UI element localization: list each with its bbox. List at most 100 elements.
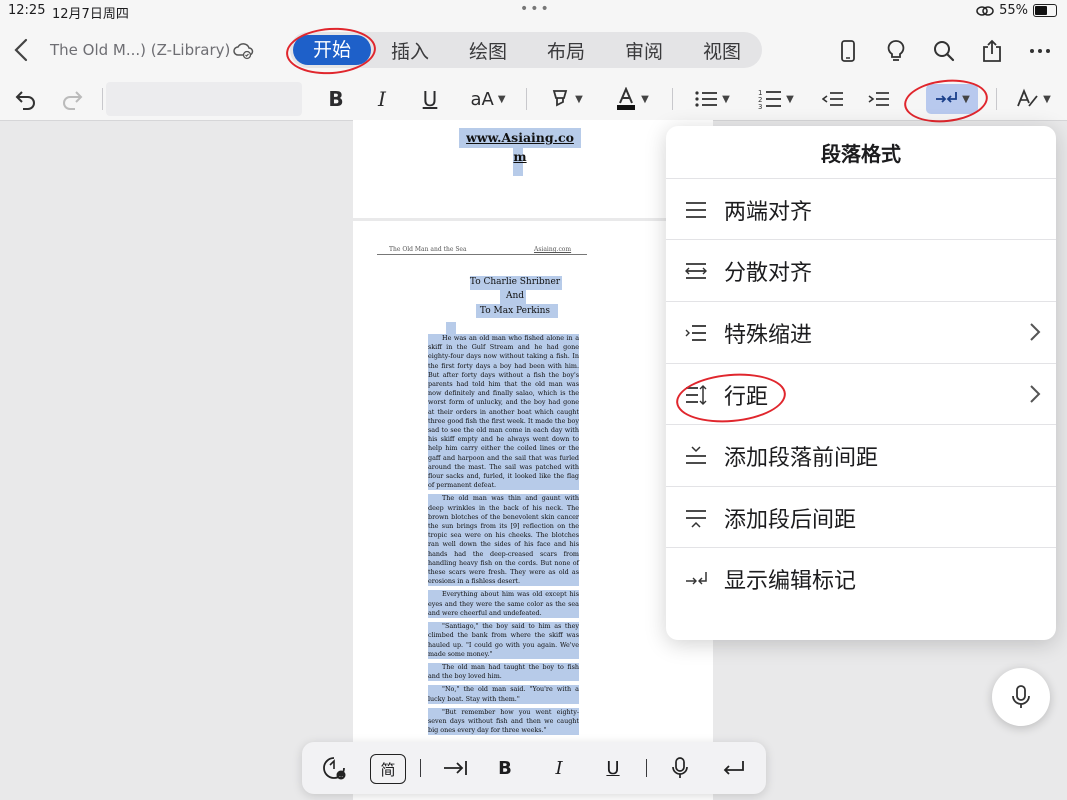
chevron-right-icon: [1030, 385, 1041, 403]
paragraph-format-icon: [936, 92, 958, 103]
battery-percent: 55%: [999, 3, 1028, 18]
bold-button[interactable]: B: [322, 84, 350, 114]
bold-key[interactable]: B: [492, 754, 518, 782]
toolbar-divider: [526, 88, 527, 110]
menu-item-label: 显示编辑标记: [724, 568, 857, 594]
menu-item-special-indent[interactable]: 特殊缩进: [666, 301, 1056, 363]
cloud-sync-icon[interactable]: [232, 39, 254, 61]
return-key-icon[interactable]: [718, 754, 748, 782]
more-options-icon[interactable]: [1025, 36, 1055, 66]
bullet-list-button[interactable]: ▼: [690, 84, 734, 114]
dedication-line: And: [505, 291, 525, 301]
menu-item-show-marks[interactable]: 显示编辑标记: [666, 547, 1056, 609]
status-bar: 12:25 12月7日周四 ••• 55%: [0, 0, 1067, 22]
page-header-site: Asiaing.com: [534, 246, 572, 253]
site-link-text[interactable]: www.Asiaing.co m: [460, 128, 580, 166]
numbered-list-icon: 123: [758, 89, 782, 110]
svg-text:3: 3: [758, 103, 762, 110]
dedication-line: To Charlie Shribner: [469, 277, 561, 287]
body-paragraph: "Santiago," the boy said to him as they …: [428, 622, 579, 659]
bullet-list-icon: [695, 91, 718, 107]
multitask-dots-icon[interactable]: •••: [520, 1, 551, 17]
tab-draw[interactable]: 绘图: [449, 37, 527, 64]
undo-icon[interactable]: [12, 84, 40, 114]
menu-item-line-spacing[interactable]: 行距: [666, 363, 1056, 425]
body-paragraph: "But remember how you went eighty-seven …: [428, 707, 579, 736]
tab-home[interactable]: 开始: [293, 35, 371, 65]
increase-indent-icon[interactable]: [864, 84, 894, 114]
keyboard-shortcut-bar: ... 简 B I U: [302, 742, 766, 794]
tab-key-icon[interactable]: [440, 754, 470, 782]
document-body[interactable]: He was an old man who fished alone in a …: [428, 334, 579, 739]
microphone-key-icon[interactable]: [666, 754, 694, 782]
underline-button[interactable]: U: [416, 84, 444, 114]
toolbar-divider: [102, 88, 103, 110]
bar-divider: [420, 759, 421, 777]
body-paragraph: He was an old man who fished alone in a …: [428, 334, 579, 491]
status-right: 55%: [976, 3, 1057, 18]
space-before-icon: [686, 445, 706, 464]
page-header-title: The Old Man and the Sea: [389, 246, 467, 253]
tab-view[interactable]: 视图: [683, 37, 761, 64]
dictation-button[interactable]: [992, 668, 1050, 726]
menu-item-space-after[interactable]: 添加段后间距: [666, 486, 1056, 548]
underline-key[interactable]: U: [600, 754, 626, 782]
decrease-indent-icon[interactable]: [818, 84, 848, 114]
document-title[interactable]: The Old M...) (Z-Library): [50, 41, 230, 59]
distribute-icon: [685, 262, 707, 279]
simplified-chinese-button[interactable]: 简: [370, 754, 406, 784]
chevron-down-icon: ▼: [786, 93, 794, 105]
menu-item-distribute[interactable]: 分散对齐: [666, 239, 1056, 301]
chevron-right-icon: [1030, 323, 1041, 341]
body-paragraph: Everything about him was old except his …: [428, 590, 579, 619]
top-right-icons: [833, 36, 1055, 66]
ribbon-tabs: 开始 插入 绘图 布局 审阅 视图: [290, 32, 762, 68]
chevron-down-icon: ▼: [962, 93, 970, 105]
paragraph-format-button[interactable]: ▼: [926, 84, 978, 114]
menu-item-justify[interactable]: 两端对齐: [666, 178, 1056, 240]
numbered-list-button[interactable]: 1 2 3 ▼: [754, 84, 798, 114]
panel-title: 段落格式: [821, 142, 901, 166]
share-icon[interactable]: [977, 36, 1007, 66]
redo-icon[interactable]: [58, 84, 86, 114]
font-size-label: aA: [470, 88, 494, 110]
space-after-icon: [686, 509, 706, 528]
title-bar: The Old M...) (Z-Library) 开始 插入 绘图 布局 审阅…: [0, 22, 1067, 78]
status-time: 12:25: [8, 3, 46, 18]
highlighter-button[interactable]: ▼: [546, 84, 586, 114]
tab-review[interactable]: 审阅: [605, 37, 683, 64]
dedication-line: To Max Perkins: [479, 306, 551, 316]
back-chevron-icon[interactable]: [10, 36, 34, 64]
handwriting-icon[interactable]: ...: [318, 754, 350, 782]
chevron-down-icon: ▼: [575, 93, 583, 105]
font-name-field[interactable]: [106, 82, 302, 116]
line-spacing-icon: [686, 384, 707, 405]
menu-item-label: 添加段落前间距: [724, 445, 879, 471]
body-paragraph: The old man was thin and gaunt with deep…: [428, 494, 579, 587]
chevron-down-icon: ▼: [641, 93, 649, 105]
indent-special-icon: [685, 324, 706, 341]
battery-icon: [1033, 4, 1057, 17]
menu-item-label: 分散对齐: [724, 260, 813, 286]
lightbulb-icon[interactable]: [881, 36, 911, 66]
font-size-button[interactable]: aA ▼: [464, 84, 512, 114]
menu-item-space-before[interactable]: 添加段落前间距: [666, 424, 1056, 486]
toolbar-divider: [672, 88, 673, 110]
phone-view-icon[interactable]: [833, 36, 863, 66]
tab-insert[interactable]: 插入: [371, 37, 449, 64]
tab-layout[interactable]: 布局: [527, 37, 605, 64]
body-paragraph: The old man had taught the boy to fish a…: [428, 662, 579, 682]
menu-item-label: 添加段后间距: [724, 507, 857, 533]
font-color-button[interactable]: ▼: [610, 84, 654, 114]
body-paragraph: "No," the old man said. "You're with a l…: [428, 685, 579, 704]
formatting-marks-icon: [686, 571, 707, 584]
toolbar-divider: [996, 88, 997, 110]
menu-item-label: 两端对齐: [724, 199, 813, 225]
styles-button[interactable]: ▼: [1010, 84, 1056, 114]
svg-text:...: ...: [339, 773, 344, 779]
italic-button[interactable]: I: [368, 84, 396, 114]
menu-item-label: 行距: [724, 384, 769, 410]
search-icon[interactable]: [929, 36, 959, 66]
page-header-rule: [377, 254, 587, 255]
italic-key[interactable]: I: [546, 754, 572, 782]
